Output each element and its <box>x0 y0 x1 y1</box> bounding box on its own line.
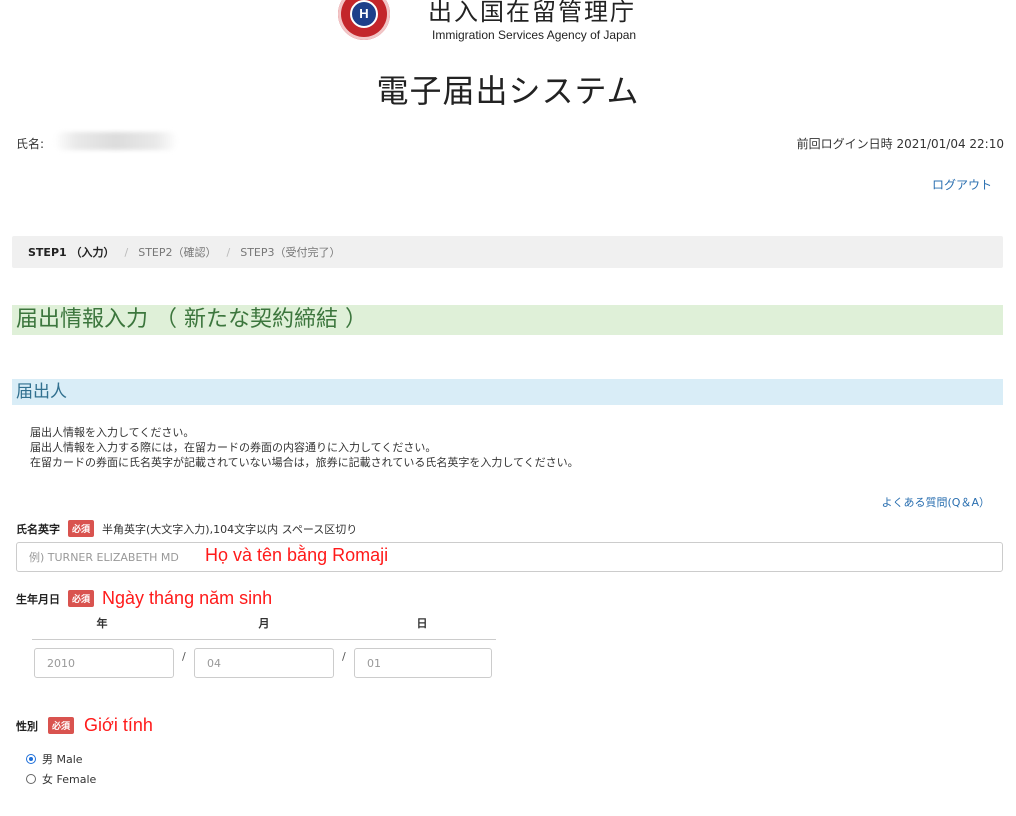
last-login-value: 2021/01/04 22:10 <box>896 137 1004 151</box>
step-3: STEP3（受付完了） <box>240 246 341 259</box>
gender-option-label: 男 Male <box>42 753 83 766</box>
faq-link[interactable]: よくある質問(Q＆A） <box>882 494 990 510</box>
birth-day-input[interactable]: 01 <box>354 648 492 678</box>
birth-month-placeholder: 04 <box>207 656 221 670</box>
name-field-label: 氏名英字 <box>16 522 60 536</box>
gender-option-male[interactable]: 男 Male <box>26 751 83 767</box>
gender-field-header: 性別 必須 Giới tính <box>16 715 153 736</box>
birth-field-label: 生年月日 <box>16 592 60 606</box>
birth-field-header: 生年月日 必須 Ngày tháng năm sinh <box>16 588 272 609</box>
year-column-label: 年 <box>96 617 108 630</box>
date-separator: / <box>342 650 346 663</box>
gender-field-label: 性別 <box>16 719 38 733</box>
step-2: STEP2（確認） <box>138 246 217 259</box>
date-separator: / <box>182 650 186 663</box>
step-1: STEP1 （入力） <box>28 246 115 259</box>
birth-field-annotation: Ngày tháng năm sinh <box>102 588 273 608</box>
system-title: 電子届出システム <box>376 72 640 110</box>
gender-field-annotation: Giới tính <box>84 715 153 735</box>
user-name-redacted <box>54 132 178 150</box>
agency-logo: H <box>338 0 390 40</box>
logout-link[interactable]: ログアウト <box>932 176 992 193</box>
last-login-info: 前回ログイン日時 2021/01/04 22:10 <box>797 135 1004 152</box>
name-field-header: 氏名英字 必須 半角英字(大文字入力),104文字以内 スペース区切り <box>16 520 357 537</box>
birth-year-input[interactable]: 2010 <box>34 648 174 678</box>
date-header-divider <box>32 639 496 640</box>
name-field-hint: 半角英字(大文字入力),104文字以内 スペース区切り <box>102 522 358 536</box>
agency-name-ja: 出入国在留管理庁 <box>428 0 636 26</box>
last-login-label: 前回ログイン日時 <box>796 137 893 151</box>
instruction-line: 在留カードの券面に氏名英字が記載されていない場合は，旅券に記載されている氏名英字… <box>30 456 579 469</box>
step-separator: / <box>124 245 129 259</box>
step-breadcrumb: STEP1 （入力） / STEP2（確認） / STEP3（受付完了） <box>12 236 1003 268</box>
form-title: 届出情報入力 （ 新たな契約締結 ） <box>12 305 1003 335</box>
user-name-label: 氏名: <box>16 137 45 151</box>
radio-male[interactable] <box>26 754 36 764</box>
required-badge: 必須 <box>48 717 75 734</box>
name-field-annotation: Họ và tên bằng Romaji <box>205 545 389 565</box>
gender-option-label: 女 Female <box>42 773 97 786</box>
birth-day-placeholder: 01 <box>367 656 381 670</box>
radio-female[interactable] <box>26 774 36 784</box>
name-english-input[interactable]: 例) TURNER ELIZABETH MD <box>16 542 1003 572</box>
required-badge: 必須 <box>68 590 95 607</box>
name-english-placeholder: 例) TURNER ELIZABETH MD <box>29 551 179 564</box>
section-title-applicant: 届出人 <box>12 379 1003 405</box>
birth-year-placeholder: 2010 <box>47 656 75 670</box>
instruction-line: 届出人情報を入力する際には，在留カードの券面の内容通りに入力してください。 <box>30 441 437 454</box>
gender-option-female[interactable]: 女 Female <box>26 771 96 787</box>
agency-logo-letter: H <box>350 0 378 28</box>
month-column-label: 月 <box>258 617 270 630</box>
required-badge: 必須 <box>68 520 95 537</box>
instruction-line: 届出人情報を入力してください。 <box>30 426 195 439</box>
step-separator: / <box>226 245 231 259</box>
instructions: 届出人情報を入力してください。 届出人情報を入力する際には，在留カードの券面の内… <box>30 425 579 470</box>
day-column-label: 日 <box>416 617 428 630</box>
birth-month-input[interactable]: 04 <box>194 648 334 678</box>
agency-name-en: Immigration Services Agency of Japan <box>432 28 637 42</box>
